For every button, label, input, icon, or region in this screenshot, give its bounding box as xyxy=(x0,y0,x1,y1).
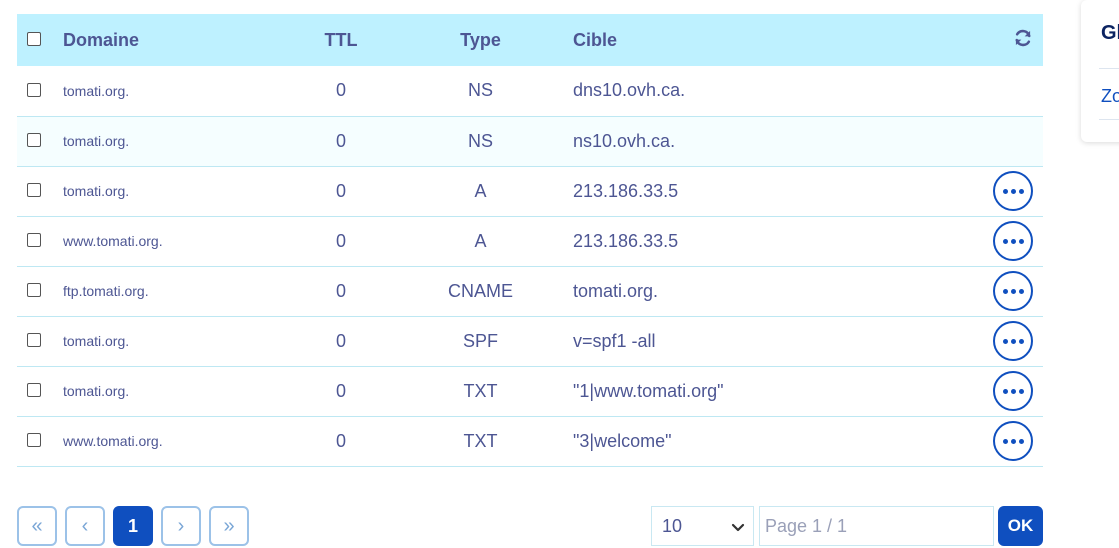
dns-records-table: Domaine TTL Type Cible tomati.org. 0 NS … xyxy=(17,14,1043,467)
row-checkbox[interactable] xyxy=(27,133,41,148)
record-target: 213.186.33.5 xyxy=(573,230,679,251)
record-target: "1|www.tomati.org" xyxy=(573,380,724,401)
row-actions-cell xyxy=(952,216,1043,266)
more-options-icon[interactable] xyxy=(993,221,1033,261)
row-select-cell xyxy=(17,416,63,466)
table-row: tomati.org. 0 TXT "1|www.tomati.org" xyxy=(17,366,1043,416)
record-target: dns10.ovh.ca. xyxy=(573,80,686,101)
row-checkbox[interactable] xyxy=(27,183,41,198)
record-domain: tomati.org. xyxy=(63,183,130,199)
row-select-cell xyxy=(17,216,63,266)
divider xyxy=(1099,119,1119,120)
record-ttl: 0 xyxy=(335,80,346,101)
record-ttl: 0 xyxy=(335,230,346,251)
select-all-checkbox[interactable] xyxy=(27,32,41,47)
row-select-cell xyxy=(17,116,63,166)
divider xyxy=(1099,68,1119,69)
current-page-button[interactable]: 1 xyxy=(113,506,153,546)
row-checkbox[interactable] xyxy=(27,233,41,248)
ok-button[interactable]: OK xyxy=(998,506,1043,546)
row-actions-cell xyxy=(952,66,1043,116)
row-checkbox[interactable] xyxy=(27,283,41,298)
last-page-button[interactable]: » xyxy=(209,506,249,546)
row-actions-cell xyxy=(952,266,1043,316)
record-type: TXT xyxy=(463,430,498,451)
record-target: 213.186.33.5 xyxy=(573,180,679,201)
table-header-row: Domaine TTL Type Cible xyxy=(17,14,1043,66)
column-header-ttl[interactable]: TTL xyxy=(293,14,389,66)
record-ttl: 0 xyxy=(335,430,346,451)
page-number-input[interactable]: Page 1 / 1 xyxy=(759,506,994,546)
row-checkbox[interactable] xyxy=(27,433,41,448)
row-actions-cell xyxy=(952,316,1043,366)
record-ttl: 0 xyxy=(335,180,346,201)
table-row: tomati.org. 0 NS ns10.ovh.ca. xyxy=(17,116,1043,166)
column-header-domain[interactable]: Domaine xyxy=(63,14,293,66)
record-domain: tomati.org. xyxy=(63,333,130,349)
record-type: NS xyxy=(467,80,493,101)
more-options-icon[interactable] xyxy=(993,421,1033,461)
more-options-icon[interactable] xyxy=(993,171,1033,211)
row-select-cell xyxy=(17,166,63,216)
pagination: « ‹ 1 › » xyxy=(17,506,249,546)
record-type: A xyxy=(474,180,487,201)
row-select-cell xyxy=(17,316,63,366)
record-type: A xyxy=(474,230,487,251)
record-type: NS xyxy=(467,130,493,151)
record-type: TXT xyxy=(463,380,498,401)
record-domain: www.tomati.org. xyxy=(63,433,163,449)
record-domain: www.tomati.org. xyxy=(63,233,163,249)
record-target: v=spf1 -all xyxy=(573,330,656,351)
page-size-value: 10 xyxy=(662,515,683,536)
row-select-cell xyxy=(17,266,63,316)
previous-page-button[interactable]: ‹ xyxy=(65,506,105,546)
row-actions-cell xyxy=(952,166,1043,216)
side-panel-link[interactable]: Zo xyxy=(1101,86,1119,107)
record-type: CNAME xyxy=(447,280,513,301)
first-page-button[interactable]: « xyxy=(17,506,57,546)
row-checkbox[interactable] xyxy=(27,83,41,97)
row-checkbox[interactable] xyxy=(27,383,41,398)
dns-records-table-container: Domaine TTL Type Cible tomati.org. 0 NS … xyxy=(17,14,1043,467)
table-row: www.tomati.org. 0 A 213.186.33.5 xyxy=(17,216,1043,266)
record-ttl: 0 xyxy=(335,330,346,351)
column-header-target[interactable]: Cible xyxy=(572,14,952,66)
row-actions-cell xyxy=(952,366,1043,416)
table-row: www.tomati.org. 0 TXT "3|welcome" xyxy=(17,416,1043,466)
row-actions-cell xyxy=(952,416,1043,466)
row-select-cell xyxy=(17,366,63,416)
row-actions-cell xyxy=(952,116,1043,166)
table-row: tomati.org. 0 SPF v=spf1 -all xyxy=(17,316,1043,366)
record-target: "3|welcome" xyxy=(573,430,672,451)
column-header-type[interactable]: Type xyxy=(389,14,572,66)
table-row: tomati.org. 0 A 213.186.33.5 xyxy=(17,166,1043,216)
more-options-icon[interactable] xyxy=(993,371,1033,411)
row-select-cell xyxy=(17,66,63,116)
record-ttl: 0 xyxy=(335,380,346,401)
refresh-icon[interactable] xyxy=(1013,28,1033,53)
record-target: tomati.org. xyxy=(573,280,659,301)
record-ttl: 0 xyxy=(335,280,346,301)
record-domain: tomati.org. xyxy=(63,82,130,99)
record-ttl: 0 xyxy=(335,130,346,151)
record-domain: tomati.org. xyxy=(63,383,130,399)
more-options-icon[interactable] xyxy=(993,321,1033,361)
refresh-cell xyxy=(952,14,1043,66)
page-size-select[interactable]: 10 xyxy=(651,506,754,546)
more-options-icon[interactable] xyxy=(993,271,1033,311)
select-all-cell xyxy=(17,14,63,66)
side-panel-title: Gl xyxy=(1101,22,1119,44)
side-panel: Gl Zo xyxy=(1081,0,1119,142)
chevron-down-icon xyxy=(731,518,745,539)
record-domain: ftp.tomati.org. xyxy=(63,283,149,299)
table-row: ftp.tomati.org. 0 CNAME tomati.org. xyxy=(17,266,1043,316)
record-type: SPF xyxy=(462,330,498,351)
record-target: ns10.ovh.ca. xyxy=(573,130,676,151)
row-checkbox[interactable] xyxy=(27,333,41,348)
next-page-button[interactable]: › xyxy=(161,506,201,546)
table-row: tomati.org. 0 NS dns10.ovh.ca. xyxy=(17,66,1043,116)
record-domain: tomati.org. xyxy=(63,133,130,149)
